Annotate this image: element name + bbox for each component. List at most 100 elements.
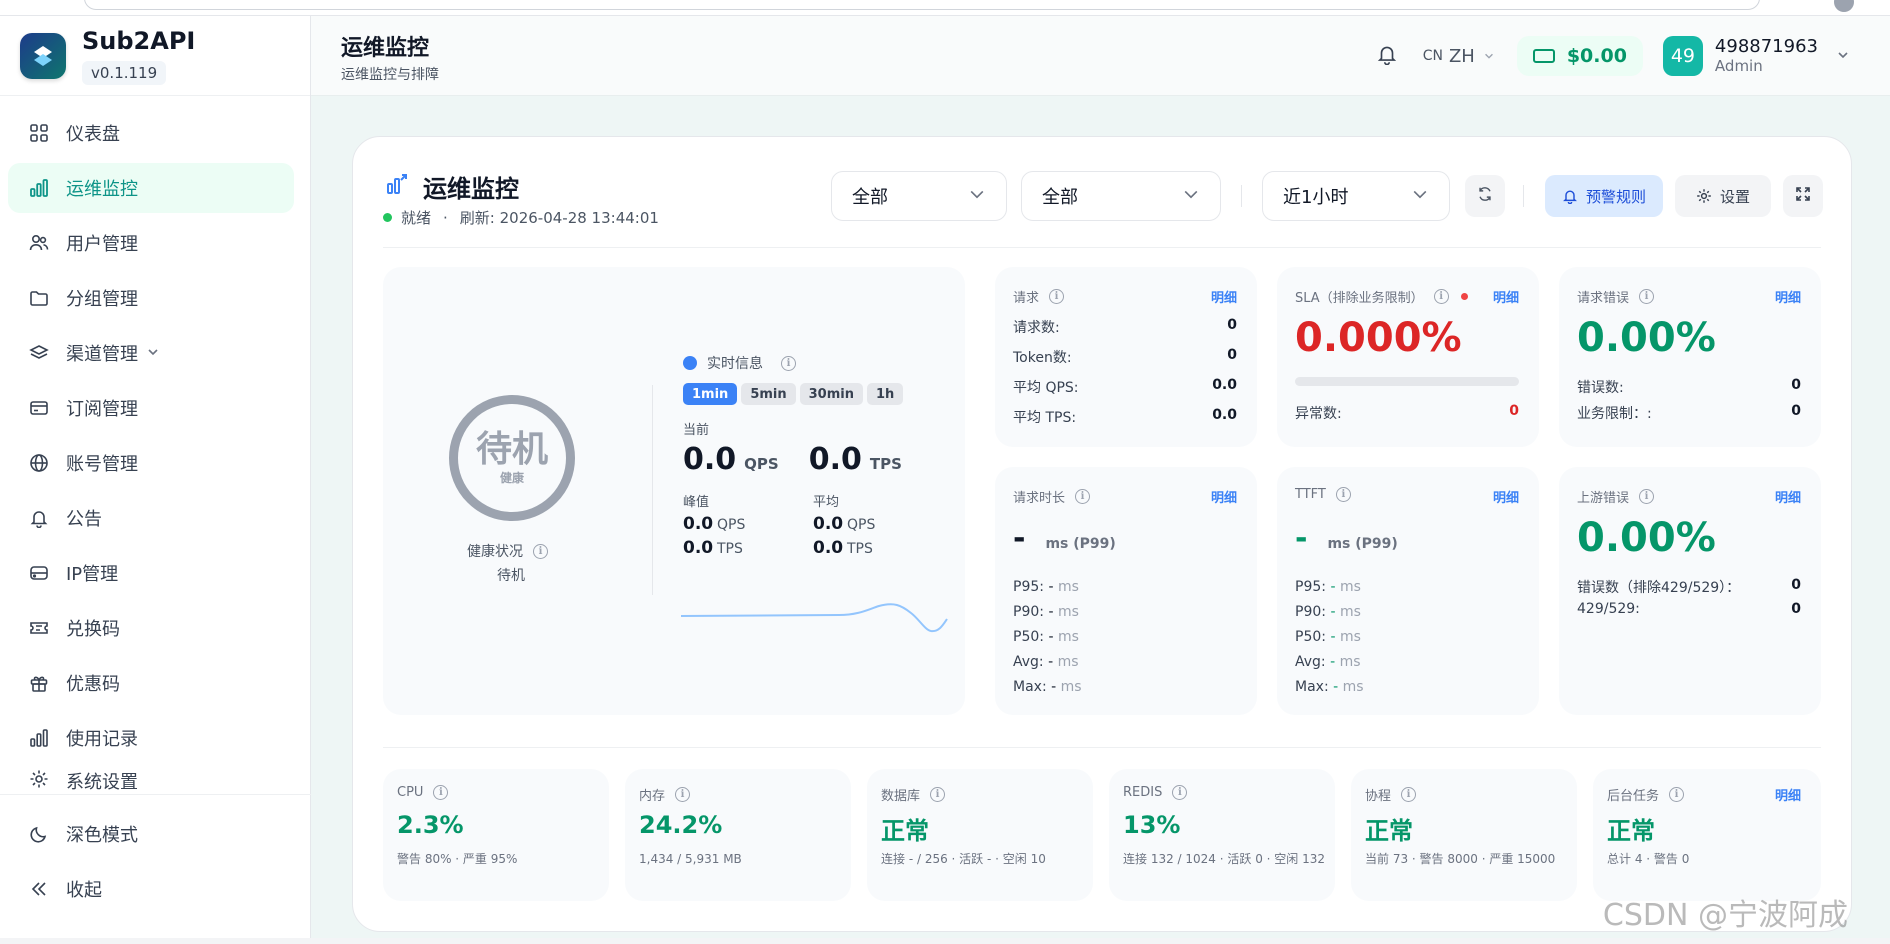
sidebar-nav: 仪表盘 运维监控 用户管理 分组管理 渠道管理 订阅管理 账号管理 公告 IP管… xyxy=(0,96,310,790)
detail-link[interactable]: 明细 xyxy=(1211,487,1237,506)
mini-title-text: CPU xyxy=(397,785,424,800)
stat-row: Token数: 0 xyxy=(1013,347,1237,367)
sidebar-item-announcements[interactable]: 公告 xyxy=(8,493,294,543)
detail-link[interactable]: 明细 xyxy=(1775,487,1801,506)
notification-bell-button[interactable] xyxy=(1367,36,1407,76)
folder-icon xyxy=(28,287,50,309)
percentile-value: - xyxy=(1048,654,1054,670)
chip-1min[interactable]: 1min xyxy=(683,383,738,405)
detail-link[interactable]: 明细 xyxy=(1775,785,1801,804)
percentile-label: Max: xyxy=(1295,679,1329,695)
info-icon[interactable]: i xyxy=(1639,489,1655,504)
collapse-sidebar-button[interactable]: 收起 xyxy=(8,864,295,914)
percentile-unit: ms xyxy=(1342,679,1364,695)
language-selector[interactable]: CN ZH xyxy=(1423,46,1495,67)
info-icon[interactable]: i xyxy=(433,785,449,800)
percentile-unit: ms xyxy=(1057,579,1079,595)
chevron-down-icon[interactable] xyxy=(1836,47,1850,66)
sidebar-item-subscriptions[interactable]: 订阅管理 xyxy=(8,383,294,433)
alert-rules-button[interactable]: 预警规则 xyxy=(1545,175,1663,217)
group-filter-select[interactable]: 全部 xyxy=(1021,171,1221,221)
info-icon[interactable]: i xyxy=(1669,787,1685,802)
sidebar-item-label: 公告 xyxy=(66,509,102,530)
stat-row: 错误数（排除429/529）： 0 xyxy=(1577,577,1801,597)
peak-tps: 0.0 xyxy=(683,538,714,558)
settings-button[interactable]: 设置 xyxy=(1675,175,1771,217)
sidebar-item-dashboard[interactable]: 仪表盘 xyxy=(8,108,294,158)
panel-title: 请求时长 xyxy=(1013,491,1066,506)
avatar[interactable]: 49 xyxy=(1662,36,1703,76)
p99-value: - xyxy=(1013,521,1026,556)
info-icon[interactable]: i xyxy=(675,787,691,802)
address-bar[interactable] xyxy=(84,0,1760,10)
settings-label: 设置 xyxy=(1719,187,1750,206)
detail-link[interactable]: 明细 xyxy=(1493,487,1519,506)
sidebar-item-coupons[interactable]: 优惠码 xyxy=(8,658,294,708)
info-icon[interactable]: i xyxy=(1335,487,1351,502)
info-icon[interactable]: i xyxy=(1049,289,1065,304)
percentile-row: P95: - ms xyxy=(1295,579,1361,595)
sidebar-item-label: 订阅管理 xyxy=(66,399,138,420)
chip-1h[interactable]: 1h xyxy=(866,383,904,405)
sidebar-item-ops-monitor[interactable]: 运维监控 xyxy=(8,163,294,213)
balance-badge[interactable]: $0.00 xyxy=(1516,36,1643,76)
mini-sub: 总计 4 · 警告 0 xyxy=(1607,852,1690,866)
realtime-title-text: 实时信息 xyxy=(707,356,763,372)
sidebar-bottom: 深色模式 收起 xyxy=(0,794,311,944)
stat-label: Token数: xyxy=(1013,350,1072,366)
sidebar-item-redeem[interactable]: 兑换码 xyxy=(8,603,294,653)
info-icon[interactable]: i xyxy=(1639,289,1655,304)
detail-link[interactable]: 明细 xyxy=(1775,287,1801,306)
stat-row: 异常数: 0 xyxy=(1295,403,1519,423)
sidebar-item-groups[interactable]: 分组管理 xyxy=(8,273,294,323)
info-icon[interactable]: i xyxy=(1433,289,1449,304)
user-role: Admin xyxy=(1714,57,1763,75)
percentile-label: P90: xyxy=(1013,604,1044,620)
avg-label: 平均 xyxy=(813,495,840,510)
chip-30min[interactable]: 30min xyxy=(799,383,863,405)
dark-mode-toggle[interactable]: 深色模式 xyxy=(8,809,295,859)
time-range-select[interactable]: 近1小时 xyxy=(1262,171,1450,221)
info-icon[interactable]: i xyxy=(930,787,946,802)
card-title-text: 运维监控 xyxy=(423,175,519,203)
platform-filter-select[interactable]: 全部 xyxy=(831,171,1007,221)
info-icon[interactable]: i xyxy=(533,543,548,559)
detail-link[interactable]: 明细 xyxy=(1493,287,1519,306)
sla-value: 0.000% xyxy=(1295,315,1462,361)
percentile-row: Max: - ms xyxy=(1013,679,1082,695)
version-badge: v0.1.119 xyxy=(82,60,167,85)
realtime-dot xyxy=(683,356,697,370)
ops-monitor-card: 运维监控 就绪 · 刷新: 2026-04-28 13:44:01 全部 全部 … xyxy=(352,136,1852,932)
browser-profile-icon[interactable] xyxy=(1834,0,1854,12)
sidebar-item-settings[interactable]: 系统设置 xyxy=(8,768,294,790)
sidebar-item-usage[interactable]: 使用记录 xyxy=(8,713,294,763)
brand-name: Sub2API xyxy=(82,26,196,55)
info-icon[interactable]: i xyxy=(1401,787,1417,802)
refresh-button[interactable] xyxy=(1465,175,1505,217)
percentile-unit: ms xyxy=(1339,604,1361,620)
health-label-text: 健康状况 xyxy=(467,544,523,560)
info-icon[interactable]: i xyxy=(781,355,796,371)
current-label: 当前 xyxy=(683,423,710,438)
percentile-row: P90: - ms xyxy=(1295,604,1361,620)
current-tps: 0.0 xyxy=(808,442,862,477)
detail-link[interactable]: 明细 xyxy=(1211,287,1237,306)
info-icon[interactable]: i xyxy=(1075,489,1091,504)
sidebar-item-channels[interactable]: 渠道管理 xyxy=(8,328,294,378)
background-jobs-card: 后台任务 i 明细 正常 总计 4 · 警告 0 xyxy=(1593,769,1821,901)
panel-title: TTFT xyxy=(1295,487,1326,502)
sidebar-item-label: 账号管理 xyxy=(66,454,138,475)
sidebar-item-users[interactable]: 用户管理 xyxy=(8,218,294,268)
bar-chart-icon xyxy=(385,172,409,202)
user-info[interactable]: 498871963 Admin xyxy=(1714,37,1818,76)
mini-sub: 当前 73 · 警告 8000 · 严重 15000 xyxy=(1365,852,1556,866)
stat-value: 0 xyxy=(1227,347,1237,363)
sidebar-item-ip[interactable]: IP管理 xyxy=(8,548,294,598)
stat-label: 请求数: xyxy=(1013,320,1060,336)
percentile-value: - xyxy=(1330,654,1336,670)
chip-5min[interactable]: 5min xyxy=(741,383,796,405)
info-icon[interactable]: i xyxy=(1172,785,1188,800)
percentile-label: Max: xyxy=(1013,679,1047,695)
fullscreen-button[interactable] xyxy=(1783,175,1823,217)
sidebar-item-accounts[interactable]: 账号管理 xyxy=(8,438,294,488)
